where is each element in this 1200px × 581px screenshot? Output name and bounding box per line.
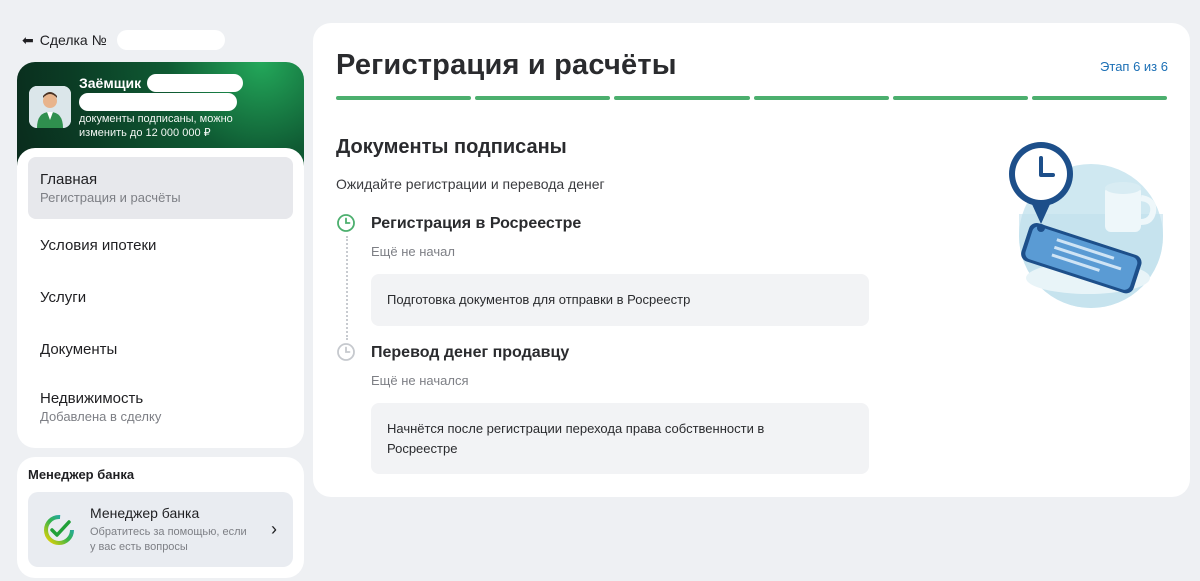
sidebar-item-label: Документы xyxy=(40,340,118,358)
redacted-borrower-detail xyxy=(79,93,237,111)
section-title: Документы подписаны xyxy=(336,136,567,158)
back-arrow-icon: ⬅ xyxy=(22,32,34,48)
progress-segment xyxy=(614,96,750,100)
manager-panel: Менеджер банка Менеджер банка Обратитесь… xyxy=(17,457,304,578)
deal-label: Сделка № xyxy=(39,32,107,48)
step-status: Ещё не начал xyxy=(371,244,455,259)
chevron-right-icon: › xyxy=(271,519,277,539)
progress-segment xyxy=(1031,96,1168,100)
sidebar-item-label: Услуги xyxy=(40,288,87,306)
sidebar-item-label: Недвижимость xyxy=(40,390,144,407)
stage-progress-bar xyxy=(336,96,1168,100)
sidebar-nav: Главная Регистрация и расчёты Условия ип… xyxy=(17,148,304,448)
manager-section-title: Менеджер банка xyxy=(28,467,135,482)
phone-clock-illustration xyxy=(1009,142,1163,308)
step-title: Регистрация в Росреестре xyxy=(371,215,582,232)
stage-indicator: Этап 6 из 6 xyxy=(1100,59,1168,74)
sidebar-item-label: Главная xyxy=(40,171,98,188)
avatar xyxy=(29,86,71,128)
sidebar-item-home[interactable]: Главная Регистрация и расчёты xyxy=(28,157,293,219)
redacted-deal-number xyxy=(116,30,225,50)
manager-description: Обратитесь за помощью, если у вас есть в… xyxy=(90,525,247,553)
borrower-title: Заёмщик xyxy=(79,74,244,92)
sidebar-item-sublabel: Регистрация и расчёты xyxy=(40,190,181,205)
section-subtitle: Ожидайте регистрации и перевода денег xyxy=(336,176,605,192)
manager-contact-card[interactable]: Менеджер банка Обратитесь за помощью, ес… xyxy=(28,492,293,567)
progress-segment xyxy=(892,96,1028,100)
person-icon xyxy=(29,86,71,128)
step-info-box: Начнётся после регистрации перехода прав… xyxy=(371,403,869,474)
sidebar-item-documents[interactable]: Документы xyxy=(28,323,293,375)
borrower-note: документы подписаны, можно изменить до 1… xyxy=(79,113,233,139)
progress-segment xyxy=(475,96,611,100)
progress-segment xyxy=(336,96,472,100)
clock-icon xyxy=(337,343,355,361)
step-connector xyxy=(346,236,348,340)
sidebar-item-sublabel: Добавлена в сделку xyxy=(40,409,162,424)
borrower-title-text: Заёмщик xyxy=(79,75,142,91)
page-title: Регистрация и расчёты xyxy=(336,49,677,81)
progress-segment xyxy=(753,96,889,100)
step-info-box: Подготовка документов для отправки в Рос… xyxy=(371,274,869,326)
redacted-borrower-name xyxy=(147,74,244,92)
sidebar-item-property[interactable]: Недвижимость Добавлена в сделку xyxy=(28,375,293,439)
back-link[interactable]: ⬅ Сделка № xyxy=(22,30,225,50)
sber-logo-icon xyxy=(44,514,74,545)
main-panel: Регистрация и расчёты Этап 6 из 6 Докуме… xyxy=(313,23,1190,497)
sidebar-item-services[interactable]: Услуги xyxy=(28,271,293,323)
sidebar-item-label: Условия ипотеки xyxy=(40,236,157,254)
step-title: Перевод денег продавцу xyxy=(371,344,570,361)
sidebar-item-mortgage-terms[interactable]: Условия ипотеки xyxy=(28,219,293,271)
clock-icon xyxy=(337,214,355,232)
manager-name: Менеджер банка xyxy=(90,504,200,521)
step-status: Ещё не начался xyxy=(371,373,469,388)
